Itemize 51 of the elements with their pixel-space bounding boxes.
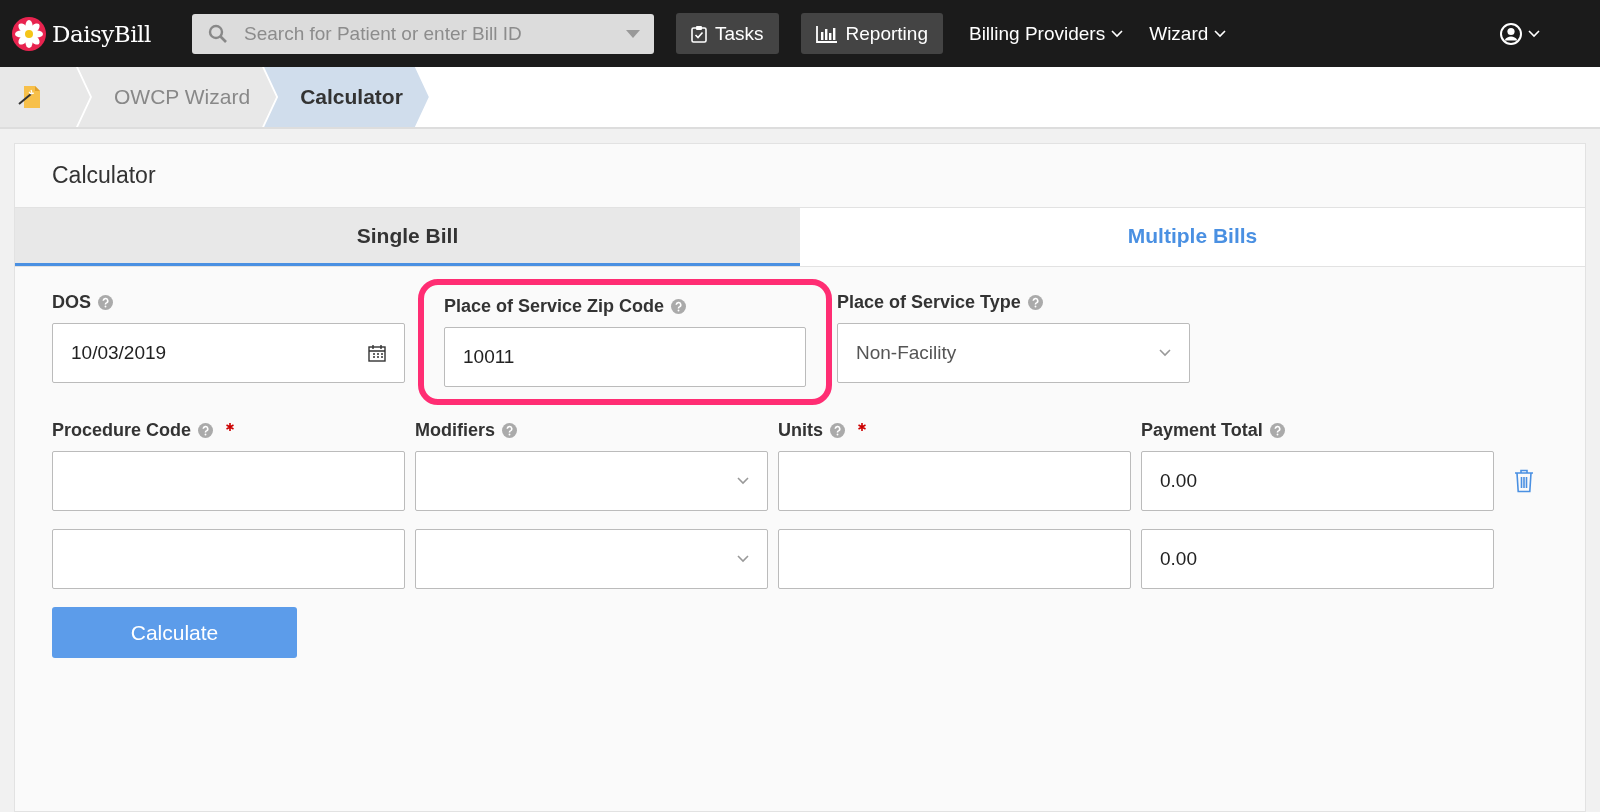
required-asterisk-icon <box>226 423 235 431</box>
help-icon[interactable] <box>671 298 687 314</box>
nav-button[interactable]: Tasks <box>676 13 779 54</box>
chevron-down-icon <box>737 555 749 563</box>
chevron-down-icon <box>1528 29 1540 38</box>
field-label: Modifiers <box>415 419 495 441</box>
field-label: Procedure Code <box>52 419 192 441</box>
input-field[interactable]: 10011 <box>444 327 806 387</box>
select-field[interactable] <box>415 529 768 589</box>
help-icon[interactable] <box>98 294 113 310</box>
bar-chart-icon <box>815 24 838 43</box>
tab[interactable]: Single Bill <box>15 208 800 266</box>
search-icon <box>208 23 228 44</box>
search-input[interactable]: Search for Patient or enter Bill ID <box>242 21 612 46</box>
chevron-down-icon <box>1159 349 1171 357</box>
chevron-down-icon <box>1111 29 1124 38</box>
user-avatar-icon <box>1500 22 1522 45</box>
field-label: Units <box>778 419 823 441</box>
nav-menu[interactable]: Wizard <box>1149 22 1227 45</box>
trash-icon[interactable] <box>1514 469 1534 493</box>
calendar-icon <box>368 344 386 362</box>
help-icon[interactable] <box>1269 422 1285 438</box>
brand-name[interactable]: DaisyBill <box>52 20 151 47</box>
help-icon[interactable] <box>198 422 214 438</box>
help-icon[interactable] <box>502 422 517 438</box>
input-field[interactable] <box>52 451 405 511</box>
nav-button[interactable]: Reporting <box>800 13 943 54</box>
field-label: Payment Total <box>1141 419 1263 441</box>
daisy-logo-icon <box>12 16 46 51</box>
breadcrumb-item[interactable]: Calculator <box>264 67 429 127</box>
help-icon[interactable] <box>830 422 845 438</box>
help-icon[interactable] <box>1027 294 1043 310</box>
user-menu[interactable] <box>1500 22 1540 45</box>
input-field[interactable]: 0.00 <box>1141 451 1494 511</box>
field-label: DOS <box>52 291 91 313</box>
chevron-down-icon <box>1214 29 1227 38</box>
input-field[interactable] <box>778 529 1131 589</box>
select-field[interactable] <box>415 451 768 511</box>
date-field[interactable]: 10/03/2019 <box>52 323 405 383</box>
input-field[interactable] <box>778 451 1131 511</box>
input-field[interactable] <box>52 529 405 589</box>
chevron-down-icon <box>737 477 749 485</box>
field-label: Place of Service Zip Code <box>444 295 665 317</box>
nav-menu[interactable]: Billing Providers <box>968 22 1124 45</box>
select-field[interactable]: Non-Facility <box>837 323 1190 383</box>
search-field[interactable]: Search for Patient or enter Bill ID <box>192 13 654 54</box>
field-label: Place of Service Type <box>837 291 1021 313</box>
dropdown-caret-icon <box>626 29 640 38</box>
input-field[interactable]: 0.00 <box>1141 529 1494 589</box>
clipboard-check-icon <box>691 24 707 43</box>
required-asterisk-icon <box>858 423 866 431</box>
